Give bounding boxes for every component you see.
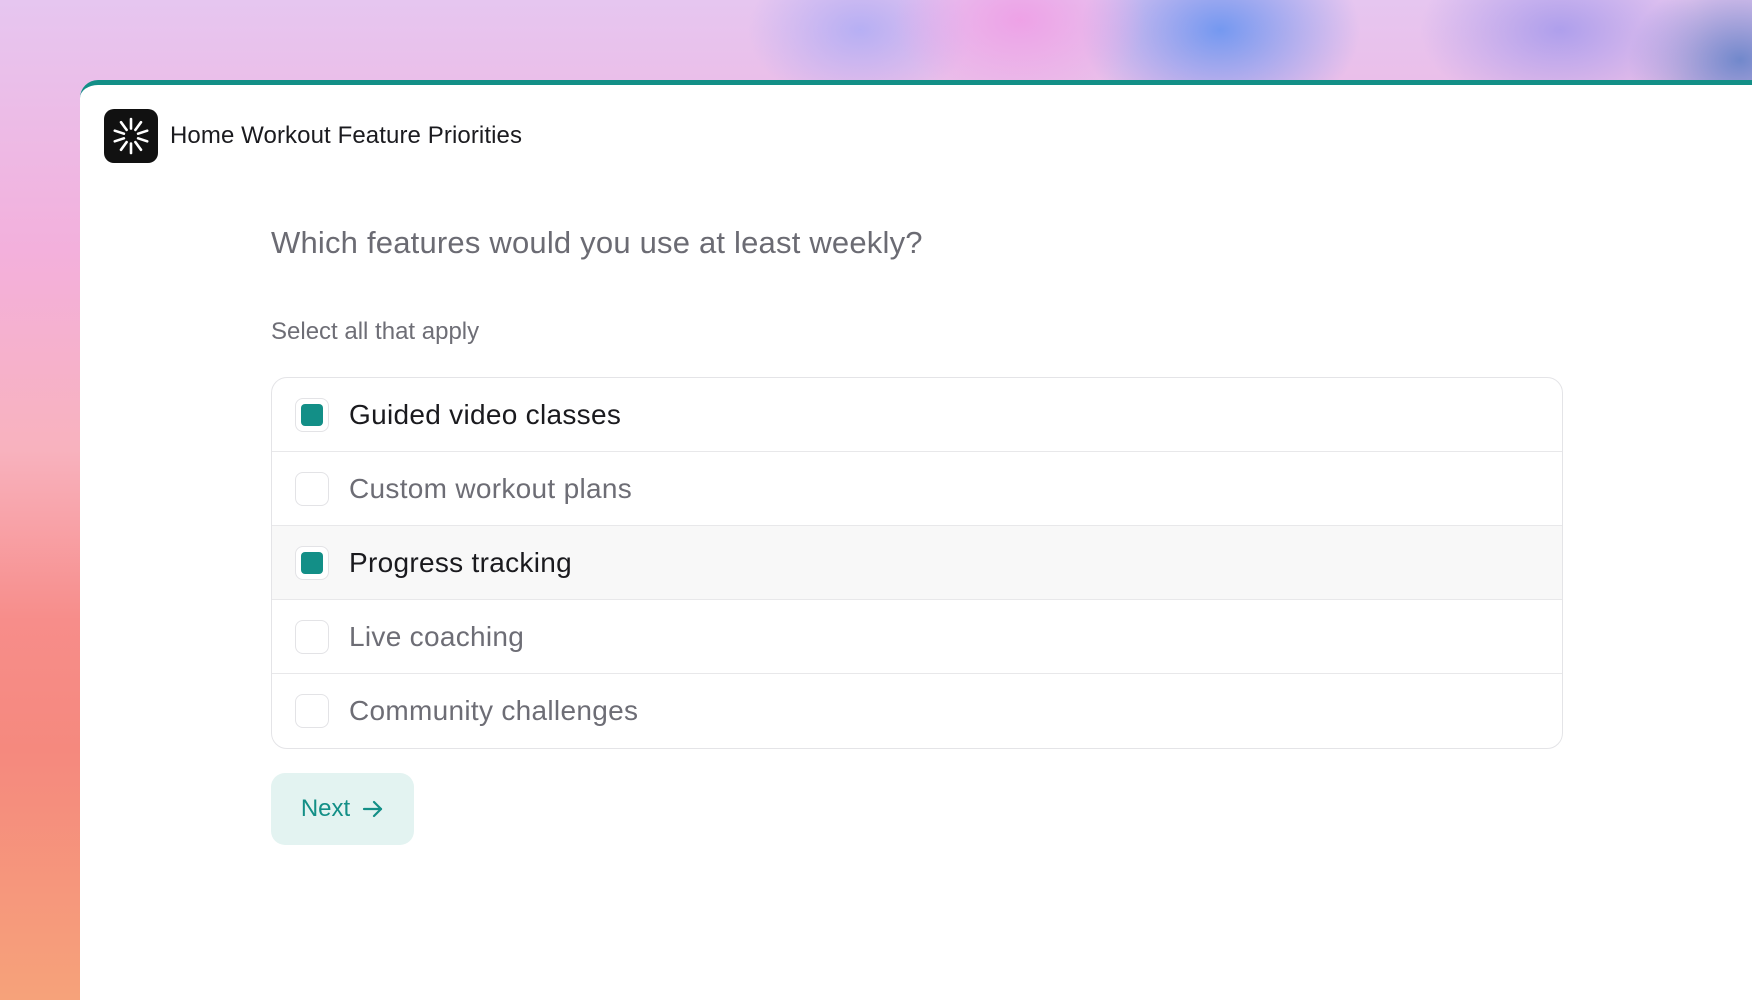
- option-label: Live coaching: [349, 620, 525, 652]
- checkbox-unchecked[interactable]: [295, 694, 329, 728]
- option-guided-video-classes[interactable]: Guided video classes: [272, 378, 1562, 452]
- question-hint: Select all that apply: [271, 318, 480, 345]
- arrow-right-icon: [362, 798, 384, 820]
- next-button[interactable]: Next: [271, 773, 414, 845]
- survey-card: Home Workout Feature Priorities Which fe…: [80, 80, 1752, 1000]
- option-progress-tracking[interactable]: Progress tracking: [272, 526, 1562, 600]
- option-label: Community challenges: [349, 695, 639, 726]
- checkbox-unchecked[interactable]: [295, 619, 329, 654]
- checkbox-unchecked[interactable]: [295, 471, 329, 506]
- next-button-label: Next: [300, 795, 351, 822]
- checkbox-checked[interactable]: [295, 397, 329, 432]
- checkbox-fill: [301, 403, 323, 426]
- options-list: Guided video classes Custom workout plan…: [271, 377, 1563, 749]
- option-community-challenges[interactable]: Community challenges: [272, 674, 1562, 748]
- sunburst-logo-icon: [104, 109, 158, 163]
- option-label: Progress tracking: [349, 546, 572, 578]
- app-title: Home Workout Feature Priorities: [170, 122, 523, 149]
- option-custom-workout-plans[interactable]: Custom workout plans: [272, 452, 1562, 526]
- checkbox-checked[interactable]: [295, 545, 329, 580]
- question-title: Which features would you use at least we…: [271, 225, 923, 260]
- checkbox-fill: [301, 551, 323, 574]
- option-label: Custom workout plans: [349, 472, 633, 504]
- header: Home Workout Feature Priorities: [104, 109, 522, 163]
- option-live-coaching[interactable]: Live coaching: [272, 600, 1562, 674]
- option-label: Guided video classes: [349, 398, 622, 430]
